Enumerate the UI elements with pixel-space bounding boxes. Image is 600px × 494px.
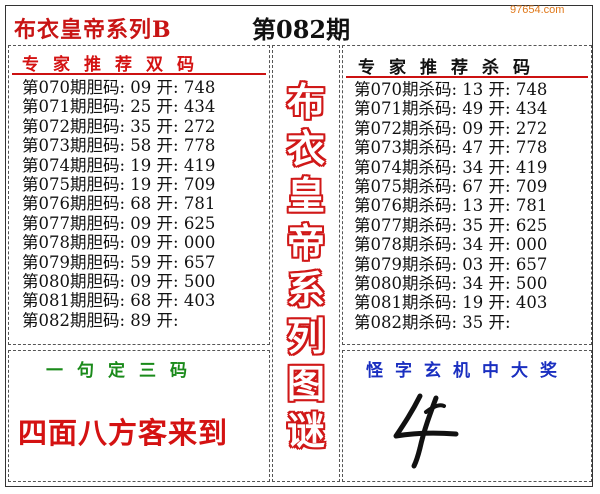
right-row: 第078期杀码: 34 开: 000 [354,235,548,255]
bottom-left-title: 一句定三码 [46,361,201,381]
right-row: 第080期杀码: 34 开: 500 [354,274,548,294]
handwritten-glyph [393,393,459,469]
vertical-char: 布 [286,79,325,124]
left-row: 第081期胆码: 68 开: 403 [22,291,216,311]
left-row: 第079期胆码: 59 开: 657 [22,252,216,272]
vertical-char: 图 [286,361,325,406]
right-row: 第081期杀码: 19 开: 403 [354,293,548,313]
left-panel-title: 专家推荐双码 [22,55,208,75]
slogan-text: 四面八方客来到 [18,416,229,450]
vertical-char: 列 [286,314,325,359]
left-title-underline [12,73,266,75]
site-watermark: 97654.com [510,4,565,16]
left-row: 第073期胆码: 58 开: 778 [22,136,216,156]
vertical-char: 系 [286,267,325,312]
issue-number: 第082期 [252,15,351,44]
right-row: 第077期杀码: 35 开: 625 [354,215,548,235]
bottom-right-title: 怪字玄机中大奖 [366,361,569,381]
right-rows: 第070期杀码: 13 开: 748 第071期杀码: 49 开: 434 第072… [354,80,547,332]
right-row: 第076期杀码: 13 开: 781 [354,196,548,216]
left-row: 第078期胆码: 09 开: 000 [22,233,216,253]
series-title: 布衣皇帝系列B [14,17,172,43]
left-rows: 第070期胆码: 09 开: 748 第071期胆码: 25 开: 434 第072… [22,78,215,330]
right-panel-title: 专家推荐杀码 [358,58,544,78]
left-row: 第070期胆码: 09 开: 748 [22,78,216,97]
left-row: 第076期胆码: 68 开: 781 [22,194,216,214]
right-title-underline [346,76,588,78]
right-row: 第073期杀码: 47 开: 778 [354,138,548,158]
right-row: 第070期杀码: 13 开: 748 [354,80,548,99]
right-row: 第079期杀码: 03 开: 657 [354,254,548,274]
vertical-char: 帝 [286,220,325,265]
vertical-char: 皇 [286,173,325,218]
left-row: 第072期胆码: 35 开: 272 [22,116,216,136]
right-row: 第074期杀码: 34 开: 419 [354,157,548,177]
vertical-char: 谜 [286,408,325,453]
right-row: 第082期杀码: 35 开: [354,312,511,332]
right-row: 第072期杀码: 09 开: 272 [354,118,548,138]
center-vertical-title: 布衣皇帝系列图谜 [282,78,330,454]
left-row: 第075期胆码: 19 开: 709 [22,175,216,195]
right-row: 第075期杀码: 67 开: 709 [354,177,548,197]
left-row: 第077期胆码: 09 开: 625 [22,213,216,233]
right-row: 第071期杀码: 49 开: 434 [354,99,548,119]
vertical-char: 衣 [286,126,325,171]
left-row: 第071期胆码: 25 开: 434 [22,97,216,117]
left-row: 第080期胆码: 09 开: 500 [22,272,216,292]
left-row: 第082期胆码: 89 开: [22,310,179,330]
left-row: 第074期胆码: 19 开: 419 [22,155,216,175]
